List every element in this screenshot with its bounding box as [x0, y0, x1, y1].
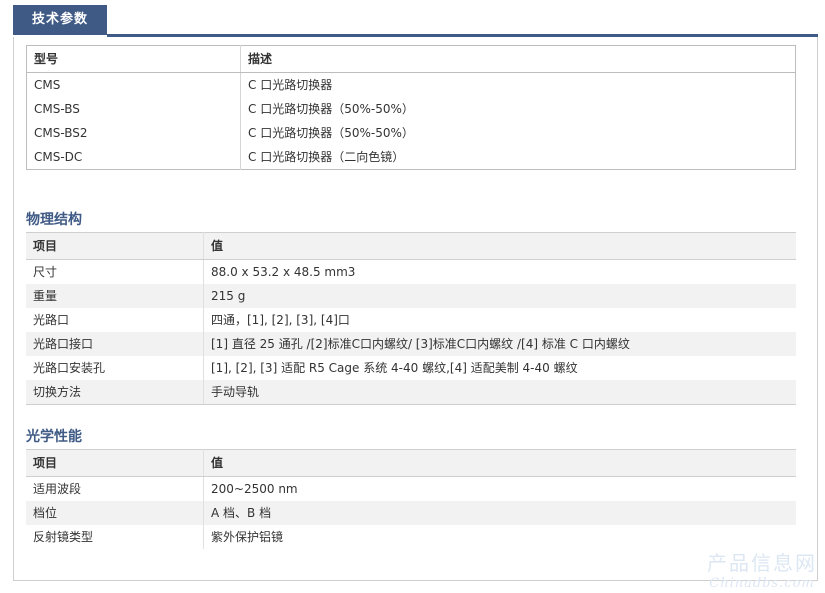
item-cell: 适用波段 — [26, 476, 204, 501]
content-panel: 型号 描述 CMS C 口光路切换器 CMS-BS C 口光路切换器（50%-5… — [13, 37, 818, 581]
table-row: 光路口安装孔 [1], [2], [3] 适配 R5 Cage 系统 4-40 … — [26, 356, 796, 380]
table-row: 反射镜类型 紫外保护铝镜 — [26, 525, 796, 549]
item-cell: 尺寸 — [26, 259, 204, 284]
header-item: 项目 — [26, 449, 204, 477]
header-item: 项目 — [26, 232, 204, 260]
value-cell: [1] 直径 25 通孔 /[2]标准C口内螺纹/ [3]标准C口内螺纹 /[4… — [203, 332, 796, 356]
description-cell: C 口光路切换器（二向色镜） — [248, 150, 405, 164]
watermark-en: Chinadbs.com — [709, 576, 815, 591]
section-title-physical: 物理结构 — [26, 212, 82, 228]
value-cell: [1], [2], [3] 适配 R5 Cage 系统 4-40 螺纹,[4] … — [203, 356, 796, 380]
table-header-row: 项目 值 — [26, 449, 796, 477]
item-cell: 光路口安装孔 — [26, 356, 204, 380]
table-row: 光路口接口 [1] 直径 25 通孔 /[2]标准C口内螺纹/ [3]标准C口内… — [26, 332, 796, 356]
table-row: CMS C 口光路切换器 — [26, 72, 796, 97]
model-table: 型号 描述 CMS C 口光路切换器 CMS-BS C 口光路切换器（50%-5… — [26, 45, 796, 170]
section-title-optical: 光学性能 — [26, 429, 82, 445]
header-value: 值 — [203, 232, 796, 260]
table-row: CMS-BS2 C 口光路切换器（50%-50%） — [26, 121, 796, 145]
table-row: 光路口 四通，[1], [2], [3], [4]口 — [26, 308, 796, 332]
item-cell: 切换方法 — [26, 380, 204, 405]
table-row: 重量 215 g — [26, 284, 796, 308]
table-row: 档位 A 档、B 档 — [26, 501, 796, 525]
table-row: 切换方法 手动导轨 — [26, 380, 796, 405]
model-cell: CMS — [26, 72, 241, 97]
item-cell: 光路口 — [26, 308, 204, 332]
header-description: 描述 — [240, 45, 796, 73]
item-cell: 反射镜类型 — [26, 525, 204, 549]
value-cell: 紫外保护铝镜 — [203, 525, 796, 549]
item-cell: 光路口接口 — [26, 332, 204, 356]
value-cell: 200~2500 nm — [203, 476, 796, 501]
table-row: 尺寸 88.0 x 53.2 x 48.5 mm3 — [26, 259, 796, 284]
model-cell: CMS-BS — [26, 97, 241, 121]
table-row: CMS-BS C 口光路切换器（50%-50%） — [26, 97, 796, 121]
description-cell: C 口光路切换器（50%-50%） — [248, 126, 414, 140]
value-cell: 215 g — [203, 284, 796, 308]
description-cell: C 口光路切换器（50%-50%） — [248, 102, 414, 116]
physical-table: 项目 值 尺寸 88.0 x 53.2 x 48.5 mm3 重量 215 g … — [26, 232, 796, 405]
watermark-cn: 产品信息网 — [707, 551, 817, 575]
table-row: CMS-DC C 口光路切换器（二向色镜） — [26, 145, 796, 170]
item-cell: 重量 — [26, 284, 204, 308]
description-cell: C 口光路切换器 — [248, 78, 333, 92]
table-row: 适用波段 200~2500 nm — [26, 476, 796, 501]
table-header-row: 型号 描述 — [26, 45, 796, 73]
model-cell: CMS-DC — [26, 145, 241, 170]
header-value: 值 — [203, 449, 796, 477]
header-model: 型号 — [26, 45, 241, 73]
item-cell: 档位 — [26, 501, 204, 525]
table-header-row: 项目 值 — [26, 232, 796, 260]
optical-table: 项目 值 适用波段 200~2500 nm 档位 A 档、B 档 反射镜类型 紫… — [26, 449, 796, 549]
tab-tech-params[interactable]: 技术参数 — [13, 5, 107, 35]
tab-bar: 技术参数 — [13, 0, 818, 37]
value-cell: 88.0 x 53.2 x 48.5 mm3 — [203, 259, 796, 284]
watermark: 产品信息网 Chinadbs.com — [707, 547, 817, 591]
value-cell: 手动导轨 — [203, 380, 796, 405]
model-cell: CMS-BS2 — [26, 121, 241, 145]
value-cell: A 档、B 档 — [203, 501, 796, 525]
value-cell: 四通，[1], [2], [3], [4]口 — [203, 308, 796, 332]
